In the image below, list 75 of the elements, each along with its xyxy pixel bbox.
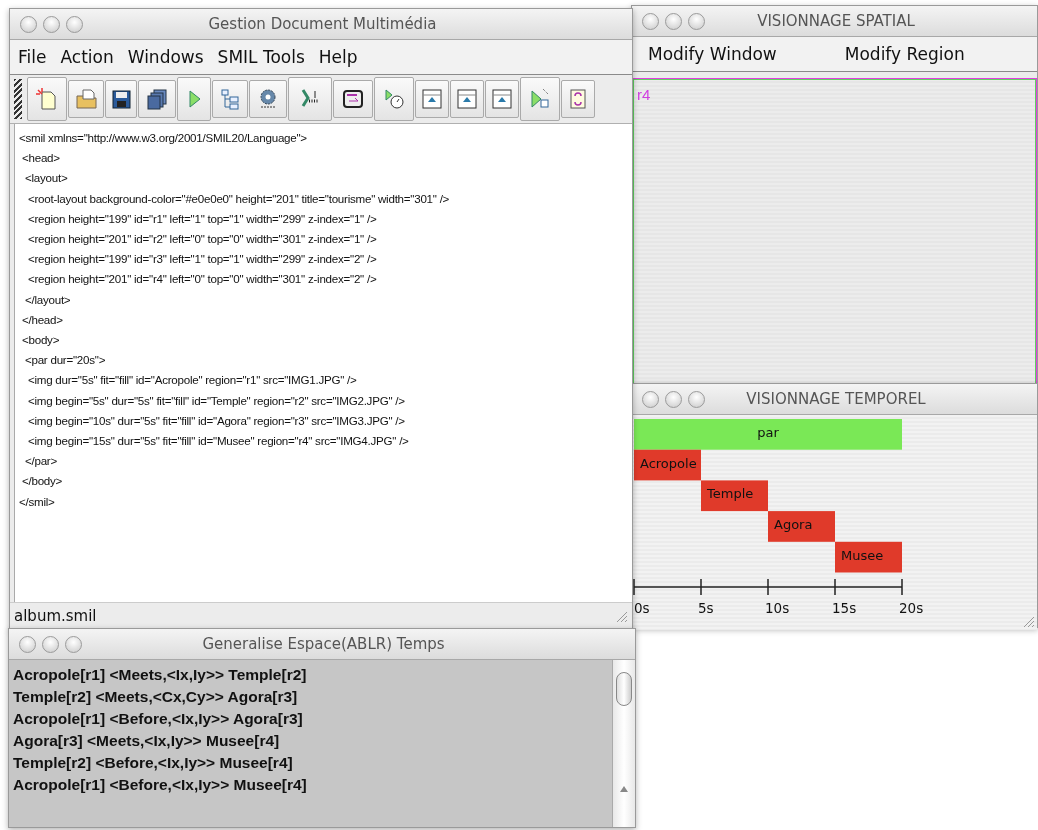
play-select-icon — [528, 87, 552, 111]
scroll-thumb[interactable] — [616, 672, 632, 706]
file-name: album.smil — [14, 607, 97, 625]
window-controls-icon[interactable] — [20, 15, 83, 33]
menu-item[interactable]: Modify Window — [648, 44, 777, 64]
code-line: <head> — [20, 150, 61, 167]
window-title: Gestion Document Multimédia — [207, 15, 438, 33]
upload-frame-icon — [455, 87, 479, 111]
relation-item[interactable]: Temple[r2] <Meets,<Cx,Cy>> Agora[r3] — [13, 686, 608, 708]
code-line: <root-layout background-color="#e0e0e0" height="201" title="tourisme" width="301" /> — [26, 190, 451, 207]
menu-item[interactable]: File — [18, 47, 47, 67]
window-controls-icon[interactable] — [642, 12, 705, 30]
timeline-bar[interactable] — [634, 449, 701, 481]
relation-item[interactable]: Agora[r3] <Meets,<Ix,Iy>> Musee[r4] — [13, 730, 608, 752]
code-line: <region height="201" id="r4" left="0" top="0" width="301" z-index="2" /> — [26, 271, 378, 288]
timeline-bar[interactable] — [835, 541, 902, 573]
bar-label: Acropole — [640, 455, 697, 471]
tick-label: 20s — [899, 600, 924, 616]
new-document-icon — [35, 87, 59, 111]
code-line: <smil xmlns="http://www.w3.org/2001/SMIL20/Language"> — [19, 130, 308, 146]
code-line: <layout> — [23, 170, 69, 187]
code-line: <img begin="15s" dur="5s" fit="fill" id="Musee" region="r4" src="IMG4.JPG" /> — [26, 433, 410, 450]
tick-label: 0s — [634, 600, 650, 616]
menu-item[interactable]: Modify Region — [844, 44, 965, 64]
relation-item[interactable]: Acropole[r1] <Before,<Ix,Iy>> Musee[r4] — [13, 774, 608, 796]
timeline-bar[interactable] — [701, 480, 768, 512]
relation-item[interactable]: Acropole[r1] <Before,<Ix,Iy>> Agora[r3] — [13, 708, 608, 730]
bar-label: par — [757, 425, 779, 440]
stacked-pages-icon — [145, 87, 169, 111]
code-line: <img begin="5s" dur="5s" fit="fill" id="Temple" region="r2" src="IMG2.JPG" /> — [26, 392, 406, 409]
resize-grip-icon[interactable] — [1021, 614, 1035, 628]
tick-label: 5s — [698, 600, 714, 616]
window-title: Generalise Espace(ABLR) Temps — [201, 635, 446, 653]
menu-item[interactable]: Windows — [127, 47, 204, 67]
code-editor[interactable] — [14, 124, 632, 602]
resize-grip-icon[interactable] — [614, 609, 628, 623]
toolbar-button[interactable] — [138, 80, 176, 118]
upload-frame-icon — [420, 87, 444, 111]
toolbar-button[interactable] — [333, 80, 373, 118]
code-line: <region height="199" id="r3" left="1" top="1" width="299" z-index="2" /> — [26, 251, 378, 268]
toolbar-grip-icon[interactable] — [14, 79, 22, 119]
code-line: <region height="199" id="r1" left="1" top="1" width="299" z-index="1" /> — [26, 210, 378, 227]
menu-item[interactable]: SMIL Tools — [217, 47, 305, 67]
relation-item[interactable]: Temple[r2] <Before,<Ix,Iy>> Musee[r4] — [13, 752, 608, 774]
code-line: <par dur="20s"> — [23, 352, 107, 369]
toolbar-button[interactable] — [105, 80, 137, 118]
window-title: VISIONNAGE TEMPOREL — [745, 390, 927, 408]
window-controls-icon[interactable] — [19, 635, 82, 653]
scrollbar[interactable] — [612, 660, 635, 827]
region-label: r4 — [637, 86, 651, 103]
window-controls-icon[interactable] — [642, 390, 705, 408]
code-line: <body> — [20, 332, 61, 349]
code-line: </body> — [20, 473, 64, 490]
bar-label: Agora — [774, 517, 813, 533]
tick-label: 15s — [832, 600, 857, 616]
code-line: </smil> — [19, 493, 56, 510]
bar-label: Musee — [841, 547, 884, 563]
scroll-up-icon[interactable] — [619, 785, 629, 793]
menu-item[interactable]: Action — [60, 47, 114, 67]
code-line: <region height="201" id="r2" left="0" top="0" width="301" z-index="1" /> — [26, 231, 378, 247]
tick-label: 10s — [765, 600, 790, 616]
code-line: <img dur="5s" fit="fill" id="Acropole" region="r1" src="IMG1.JPG" /> — [26, 372, 358, 389]
code-line: </head> — [20, 311, 64, 328]
code-line: </par> — [23, 453, 58, 470]
menu-item[interactable]: Help — [318, 47, 358, 67]
code-line: <img begin="10s" dur="5s" fit="fill" id="Agora" region="r3" src="IMG3.JPG" /> — [26, 412, 406, 429]
upload-frame-icon — [490, 87, 514, 111]
window-icon — [341, 87, 365, 111]
play-timer-icon — [382, 87, 406, 111]
bar-label: Temple — [707, 486, 754, 502]
tree-icon — [218, 87, 242, 111]
relation-item[interactable]: Acropole[r1] <Meets,<Ix,Iy>> Temple[r2] — [13, 664, 608, 686]
window-title: VISIONNAGE SPATIAL — [756, 12, 916, 30]
code-line: </layout> — [23, 291, 72, 308]
open-folder-icon — [74, 87, 98, 111]
